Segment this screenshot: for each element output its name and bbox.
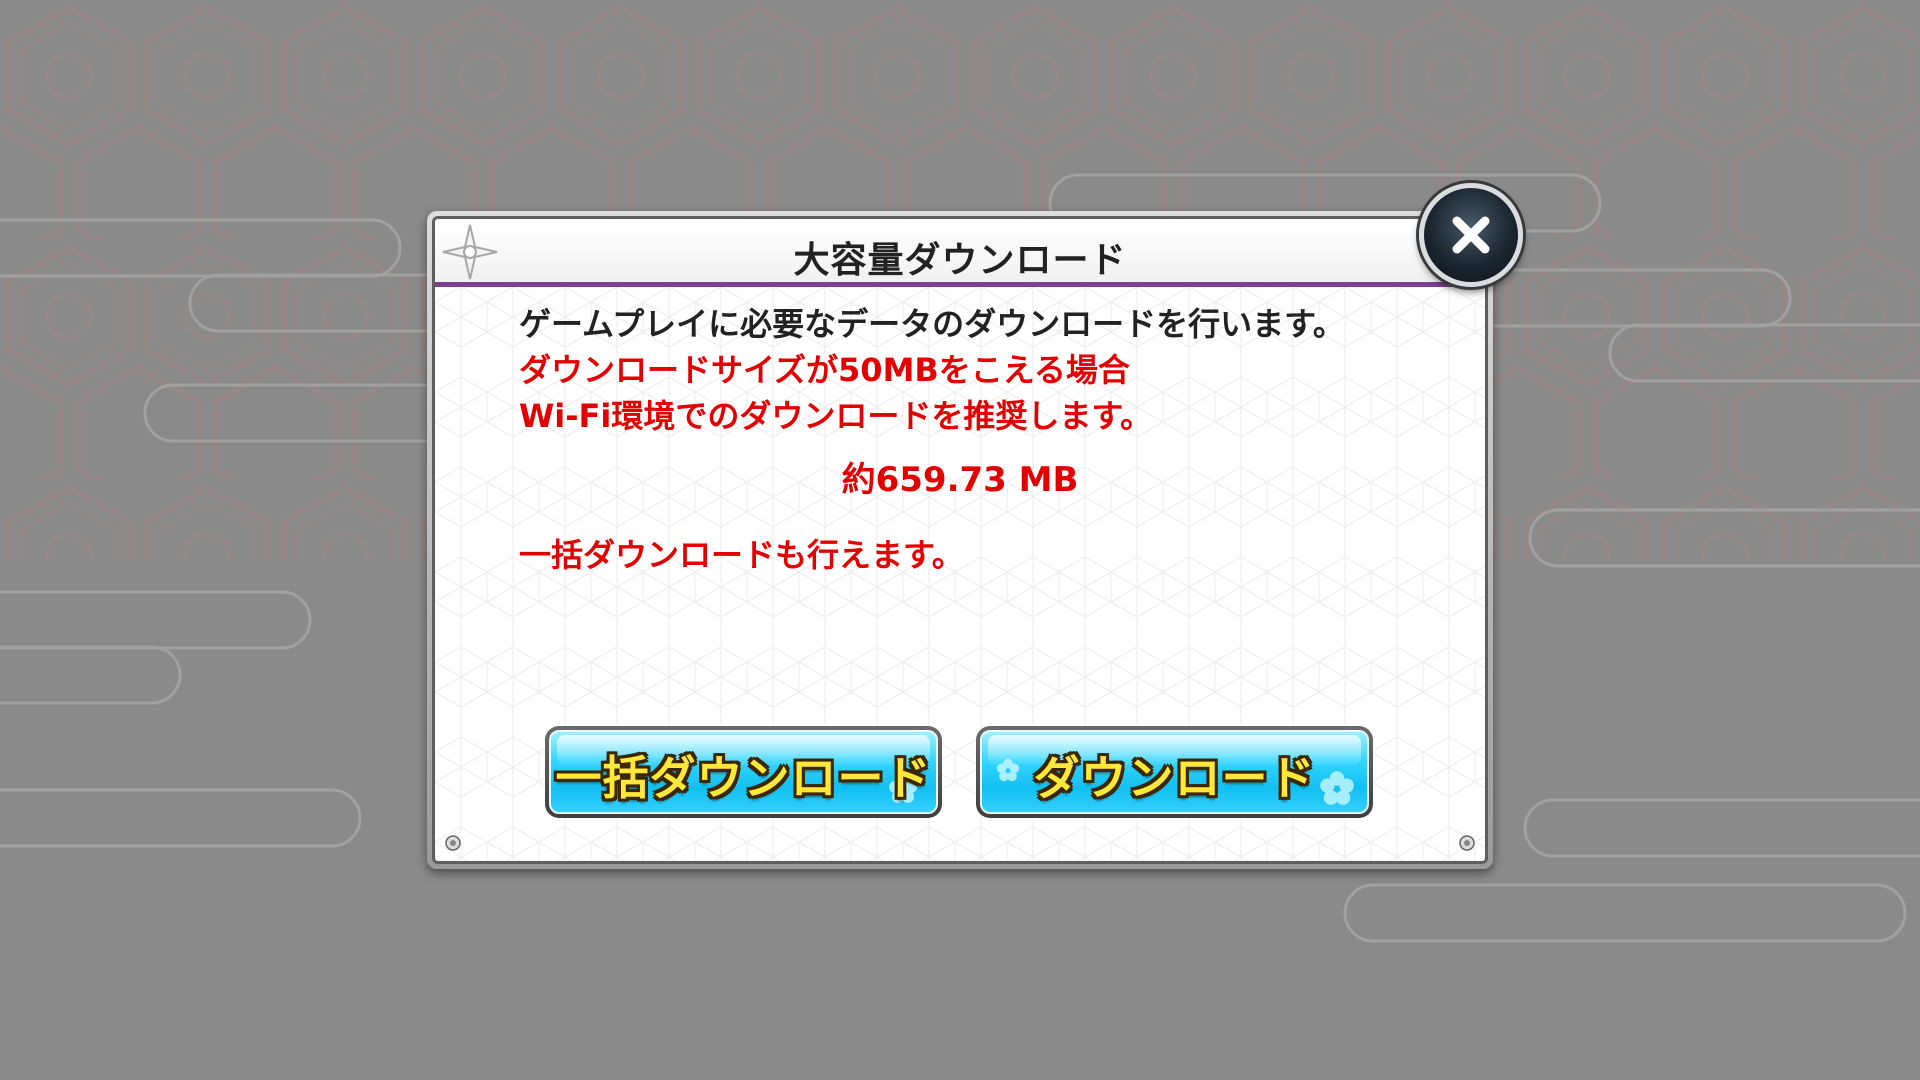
bulk-download-label: 一括ダウンロード <box>555 751 932 805</box>
dialog-title-bar: 大容量ダウンロード <box>435 219 1485 287</box>
bulk-download-button-face: 一括ダウンロード <box>549 730 938 814</box>
download-button[interactable]: ダウンロード <box>976 726 1373 818</box>
message-line-1: ゲームプレイに必要なデータのダウンロードを行います。 <box>519 305 1345 343</box>
message-line-2: ダウンロードサイズが50MBをこえる場合 <box>519 351 1130 389</box>
download-button-face: ダウンロード <box>980 730 1369 814</box>
bulk-download-button[interactable]: 一括ダウンロード <box>545 726 942 818</box>
download-label: ダウンロード <box>1033 751 1316 805</box>
close-icon <box>1452 216 1490 254</box>
download-size: 約659.73 MB <box>841 460 1079 500</box>
bulk-download-note: 一括ダウンロードも行えます。 <box>519 536 964 574</box>
dialog-title: 大容量ダウンロード <box>793 240 1127 281</box>
corner-rivet-icon <box>1459 835 1475 851</box>
corner-rivet-icon <box>445 835 461 851</box>
close-button[interactable] <box>1419 183 1523 287</box>
message-line-3: Wi-Fi環境でのダウンロードを推奨します。 <box>519 397 1153 435</box>
